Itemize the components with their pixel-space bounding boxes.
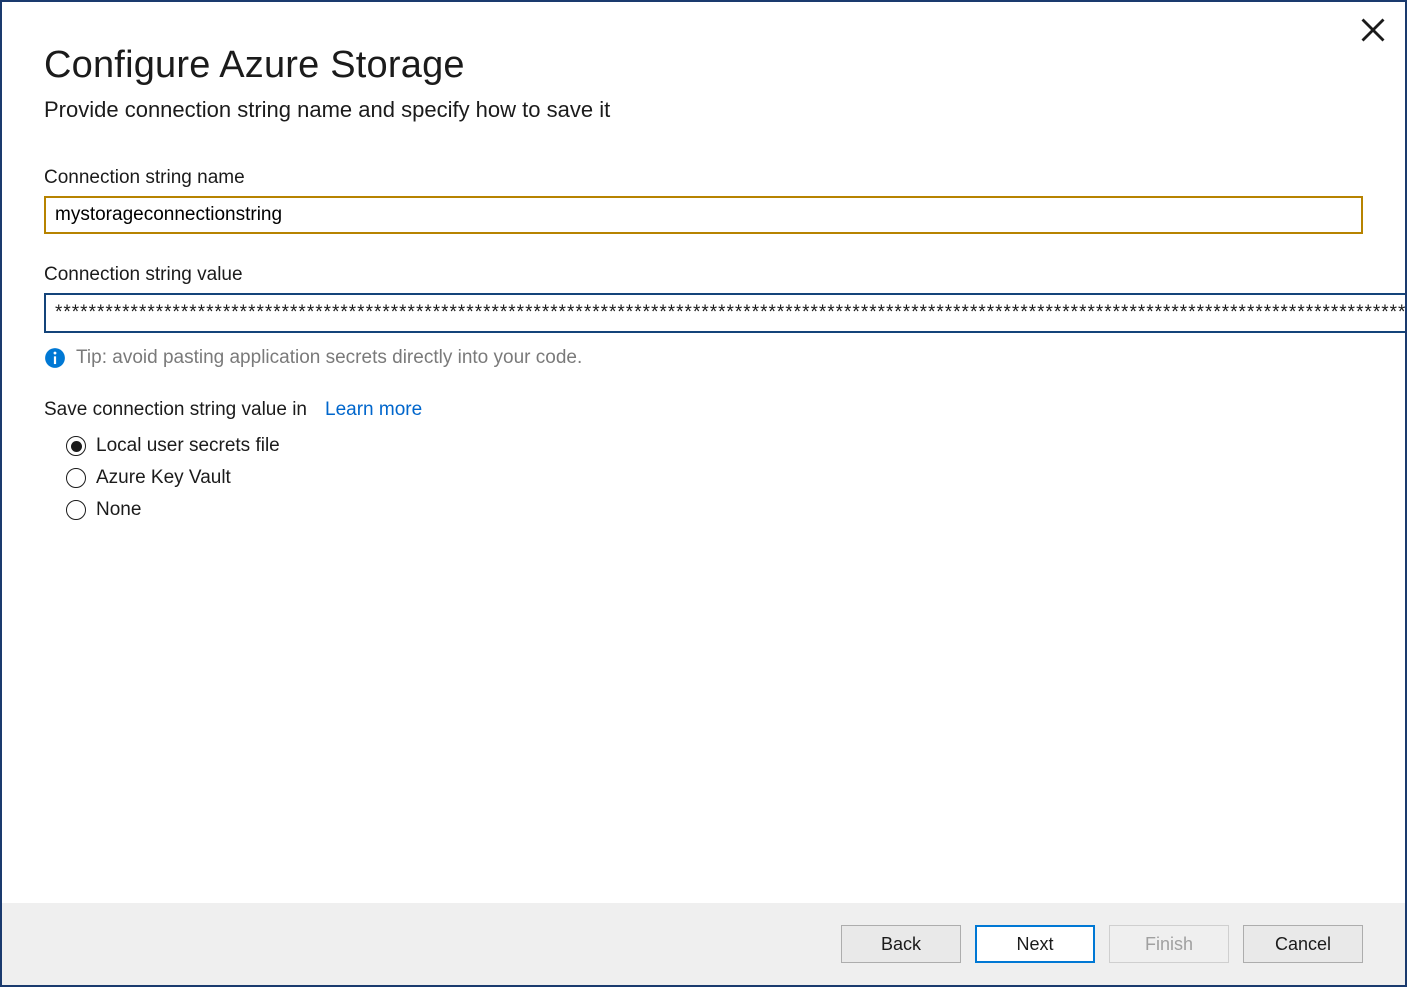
finish-button[interactable]: Finish: [1109, 925, 1229, 963]
connection-value-wrapper: ****************************************…: [44, 293, 1405, 333]
radio-local-secrets[interactable]: Local user secrets file: [66, 435, 1363, 457]
close-icon: [1359, 16, 1387, 44]
page-title: Configure Azure Storage: [44, 44, 1363, 87]
connection-value-label: Connection string value: [44, 264, 1363, 286]
dialog-content: Configure Azure Storage Provide connecti…: [2, 2, 1405, 903]
connection-name-label: Connection string name: [44, 167, 1363, 189]
connection-value-input[interactable]: ****************************************…: [46, 295, 1405, 331]
wizard-footer: Back Next Finish Cancel: [2, 903, 1405, 985]
radio-label: None: [96, 499, 141, 521]
save-location-radio-group: Local user secrets file Azure Key Vault …: [44, 435, 1363, 521]
radio-azure-key-vault[interactable]: Azure Key Vault: [66, 467, 1363, 489]
radio-none[interactable]: None: [66, 499, 1363, 521]
next-button[interactable]: Next: [975, 925, 1095, 963]
radio-icon: [66, 500, 86, 520]
page-subtitle: Provide connection string name and speci…: [44, 97, 1363, 123]
radio-icon: [66, 468, 86, 488]
learn-more-link[interactable]: Learn more: [325, 399, 422, 421]
tip-row: Tip: avoid pasting application secrets d…: [44, 347, 1363, 369]
connection-name-input[interactable]: [44, 196, 1363, 234]
radio-icon: [66, 436, 86, 456]
radio-label: Azure Key Vault: [96, 467, 231, 489]
close-button[interactable]: [1359, 16, 1387, 44]
save-location-label: Save connection string value in: [44, 399, 307, 421]
back-button[interactable]: Back: [841, 925, 961, 963]
tip-text: Tip: avoid pasting application secrets d…: [76, 347, 582, 369]
info-icon: [44, 347, 66, 369]
cancel-button[interactable]: Cancel: [1243, 925, 1363, 963]
configure-azure-storage-dialog: Configure Azure Storage Provide connecti…: [0, 0, 1407, 987]
radio-label: Local user secrets file: [96, 435, 280, 457]
